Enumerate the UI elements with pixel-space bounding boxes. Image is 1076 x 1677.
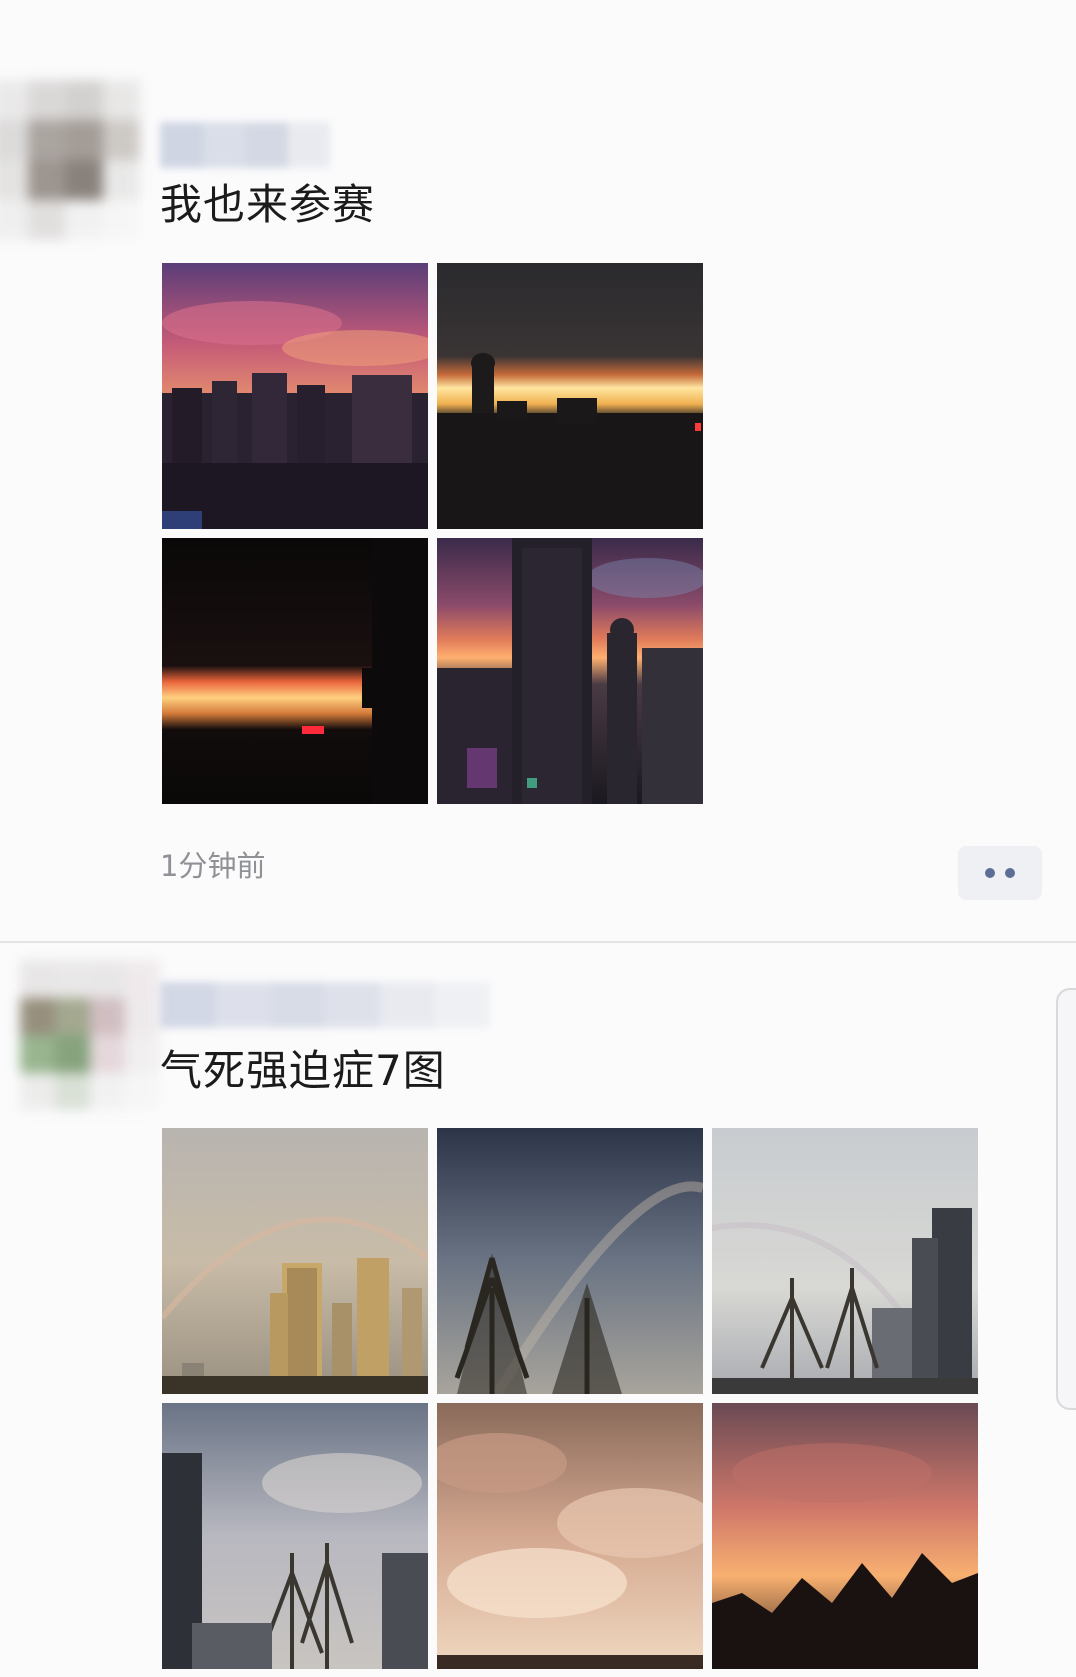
post-photo[interactable] [437, 263, 703, 529]
sunset-band-photo [437, 263, 703, 529]
user-name[interactable] [160, 982, 490, 1028]
more-button[interactable] [958, 846, 1042, 900]
post-photo[interactable] [162, 538, 428, 804]
post-timestamp: 1分钟前 [160, 849, 266, 883]
more-dots-icon [985, 868, 995, 878]
sunset-city-photo [162, 263, 428, 529]
post-photo[interactable] [712, 1128, 978, 1394]
rainbow-towers-photo [162, 1128, 428, 1394]
avatar[interactable] [0, 80, 140, 240]
post-photo[interactable] [437, 1403, 703, 1669]
post-photo[interactable] [162, 1128, 428, 1394]
skyscraper-trees-photo [162, 1403, 428, 1669]
rainbow-trees-photo [437, 1128, 703, 1394]
post-text: 我也来参赛 [160, 180, 376, 229]
post-divider [0, 941, 1076, 943]
moments-feed: 我也来参赛 1分钟前 气死强迫症7图 [0, 0, 1076, 1677]
rainbow-buildings-photo [712, 1128, 978, 1394]
scrollbar[interactable] [1056, 988, 1076, 1410]
post-photo[interactable] [162, 263, 428, 529]
tower-sunset-photo [437, 538, 703, 804]
post-text: 气死强迫症7图 [160, 1046, 446, 1095]
glowing-clouds-photo [437, 1403, 703, 1669]
avatar[interactable] [20, 960, 160, 1110]
post-photo[interactable] [437, 1128, 703, 1394]
post-photo[interactable] [437, 538, 703, 804]
post-photo[interactable] [162, 1403, 428, 1669]
more-dots-icon [1005, 868, 1015, 878]
sunset-treeline-photo [712, 1403, 978, 1669]
post-photo[interactable] [712, 1403, 978, 1669]
dark-horizon-photo [162, 538, 428, 804]
moment-post: 我也来参赛 1分钟前 [0, 0, 1076, 942]
user-name[interactable] [160, 122, 330, 168]
